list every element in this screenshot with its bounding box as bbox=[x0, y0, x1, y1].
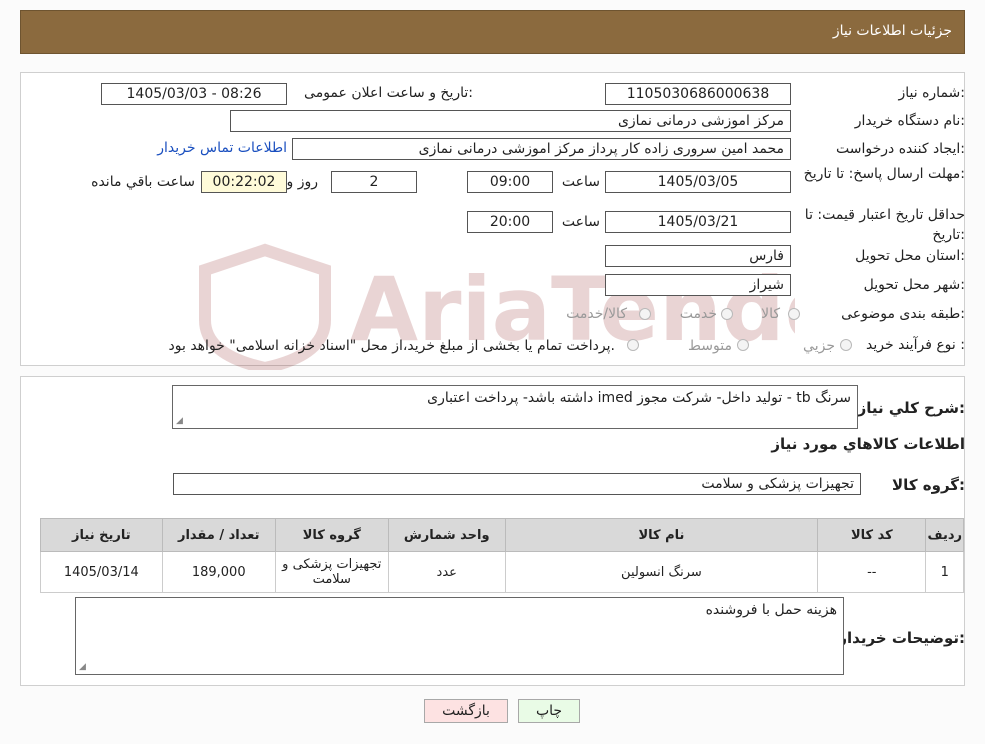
deadline-label: مهلت ارسال پاسخ: تا تاریخ: bbox=[803, 166, 965, 182]
buyer-notes-textarea[interactable]: هزینه حمل با فروشنده ◢ bbox=[75, 597, 844, 675]
cell-group: تجهیزات پزشکی و سلامت bbox=[274, 551, 389, 593]
validity-date-field: 1405/03/21 bbox=[605, 211, 791, 233]
resize-grip-icon[interactable]: ◢ bbox=[79, 662, 86, 672]
purchase-radio-minor[interactable] bbox=[840, 339, 852, 351]
category-radio-goods[interactable] bbox=[788, 308, 800, 320]
validity-time-field: 20:00 bbox=[467, 211, 553, 233]
buyer-notes-label: توضیحات خریدار: bbox=[838, 629, 965, 647]
group-label: گروه کالا: bbox=[892, 476, 965, 494]
category-radio-service[interactable] bbox=[721, 308, 733, 320]
category-radio-goods-service[interactable] bbox=[639, 308, 651, 320]
province-label: استان محل تحویل: bbox=[855, 248, 965, 264]
category-option-service: خدمت bbox=[679, 306, 717, 322]
remaining-time-field: 00:22:02 bbox=[201, 171, 287, 193]
buyer-notes-text: هزینه حمل با فروشنده bbox=[705, 602, 837, 618]
back-button[interactable]: بازگشت bbox=[424, 699, 508, 723]
summary-textarea[interactable]: سرنگ tb - تولید داخل- شرکت مجوز imed داش… bbox=[172, 385, 858, 429]
days-label: روز و bbox=[286, 174, 319, 190]
city-label: شهر محل تحویل: bbox=[863, 277, 965, 293]
page-header: جزئیات اطلاعات نیاز bbox=[20, 10, 965, 54]
col-row: رديف bbox=[925, 518, 964, 552]
items-title: اطلاعات کالاهاي مورد نياز bbox=[771, 435, 965, 453]
remaining-label: ساعت باقي مانده bbox=[91, 174, 195, 190]
purchase-type-label: نوع فرآیند خرید : bbox=[866, 337, 965, 353]
summary-text: سرنگ tb - تولید داخل- شرکت مجوز imed داش… bbox=[427, 390, 851, 406]
cell-name: سرنگ انسولین bbox=[504, 551, 819, 593]
creator-label: ایجاد کننده درخواست: bbox=[836, 141, 965, 157]
col-group: گروه کالا bbox=[274, 518, 389, 552]
items-table: رديف کد کالا نام کالا واحد شمارش گروه کا… bbox=[40, 518, 964, 593]
group-field: تجهیزات پزشکی و سلامت bbox=[173, 473, 861, 495]
deadline-date-field: 1405/03/05 bbox=[605, 171, 791, 193]
col-name: نام کالا bbox=[504, 518, 819, 552]
table-row: 1 -- سرنگ انسولین عدد تجهیزات پزشکی و سل… bbox=[40, 551, 964, 593]
cell-date: 1405/03/14 bbox=[40, 551, 163, 593]
buyer-contact-link[interactable]: اطلاعات تماس خریدار bbox=[157, 140, 287, 156]
deadline-time-field: 09:00 bbox=[467, 171, 553, 193]
deadline-time-label: ساعت bbox=[561, 174, 600, 190]
creator-field: محمد امین سروری زاده کار پرداز مرکز اموز… bbox=[292, 138, 791, 160]
col-quantity: تعداد / مقدار bbox=[161, 518, 276, 552]
table-header-row: رديف کد کالا نام کالا واحد شمارش گروه کا… bbox=[40, 518, 964, 552]
cell-unit: عدد bbox=[387, 551, 506, 593]
purchase-radio-medium[interactable] bbox=[737, 339, 749, 351]
need-number-field: 1105030686000638 bbox=[605, 83, 791, 105]
purchase-checkbox-treasury[interactable] bbox=[627, 339, 639, 351]
announce-field: 1405/03/03 - 08:26 bbox=[101, 83, 287, 105]
col-code: کد کالا bbox=[817, 518, 927, 552]
purchase-option-minor: جزیي bbox=[803, 338, 835, 354]
cell-row: 1 bbox=[925, 551, 964, 593]
resize-grip-icon[interactable]: ◢ bbox=[176, 416, 183, 426]
category-option-goods: کالا bbox=[761, 306, 780, 322]
days-field: 2 bbox=[331, 171, 417, 193]
col-date: تاریخ نیاز bbox=[40, 518, 163, 552]
purchase-option-medium: متوسط bbox=[688, 338, 732, 354]
city-field: شیراز bbox=[605, 274, 791, 296]
purchase-note: پرداخت تمام یا بخشی از مبلغ خرید،از محل … bbox=[168, 338, 615, 354]
category-label: طبقه بندی موضوعی: bbox=[841, 306, 965, 322]
validity-time-label: ساعت bbox=[561, 214, 600, 230]
summary-label: شرح کلي نياز: bbox=[857, 399, 965, 417]
cell-code: -- bbox=[817, 551, 927, 593]
need-number-label: شماره نیاز: bbox=[898, 85, 965, 101]
buyer-org-field: مرکز اموزشی درمانی نمازی bbox=[230, 110, 791, 132]
page-title: جزئیات اطلاعات نیاز bbox=[832, 23, 952, 39]
category-option-goods-service: کالا/خدمت bbox=[566, 306, 627, 322]
validity-label: حداقل تاریخ اعتبار قیمت: تا تاریخ: bbox=[804, 207, 965, 243]
province-field: فارس bbox=[605, 245, 791, 267]
print-button[interactable]: چاپ bbox=[518, 699, 580, 723]
announce-label: تاریخ و ساعت اعلان عمومی: bbox=[304, 85, 473, 101]
col-unit: واحد شمارش bbox=[387, 518, 506, 552]
buyer-org-label: نام دستگاه خریدار: bbox=[854, 113, 965, 129]
cell-quantity: 189,000 bbox=[161, 551, 276, 593]
